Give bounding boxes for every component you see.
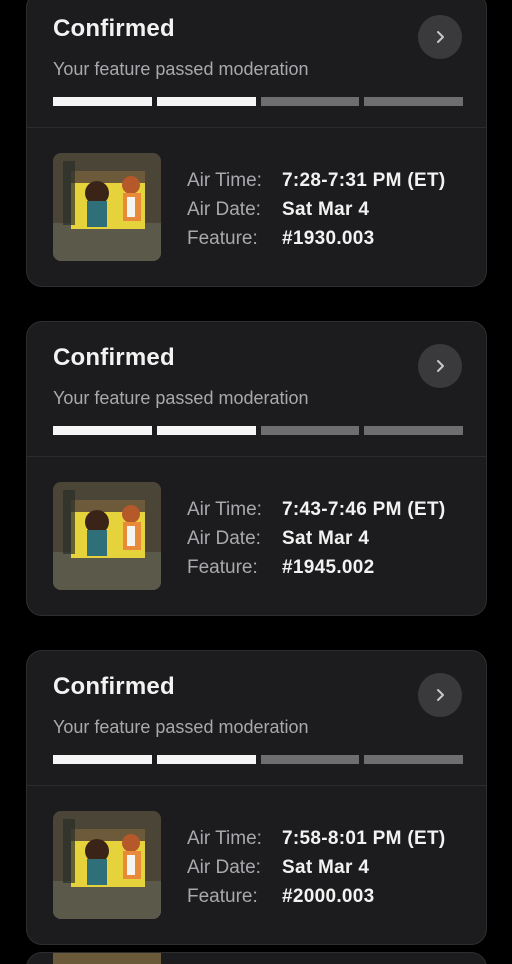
airing-info: Air Time: 7:43-7:46 PM (ET) Air Date: Sa… [187,495,445,582]
air-time-row: Air Time: 7:58-8:01 PM (ET) [187,824,445,853]
feature-row: Feature: #1930.003 [187,224,445,253]
air-date-label: Air Date: [187,528,261,549]
status-title: Confirmed [53,344,175,371]
feature-card[interactable]: Confirmed Your feature passed moderation [26,0,487,287]
air-time-value: 7:58-8:01 PM (ET) [282,828,446,849]
progress-segment [53,97,152,106]
feature-card[interactable]: Confirmed Your feature passed moderation [26,321,487,616]
open-details-button[interactable] [418,673,462,717]
feature-value: #1945.002 [282,557,375,578]
feature-thumbnail[interactable] [53,153,161,261]
card-header: Confirmed Your feature passed moderation [27,0,486,128]
progress-segment [364,426,463,435]
feature-row: Feature: #2000.003 [187,882,445,911]
feature-label: Feature: [187,557,258,578]
air-date-label: Air Date: [187,199,261,220]
feature-card[interactable]: Confirmed Your feature passed moderation [26,650,487,945]
air-time-value: 7:28-7:31 PM (ET) [282,170,446,191]
progress-segment [364,755,463,764]
air-date-value: Sat Mar 4 [282,857,370,878]
air-date-value: Sat Mar 4 [282,528,370,549]
status-message: Your feature passed moderation [53,59,309,79]
air-time-value: 7:43-7:46 PM (ET) [282,499,446,520]
feature-value: #2000.003 [282,886,375,907]
progress-segment [53,426,152,435]
card-header: Confirmed Your feature passed moderation [27,651,486,786]
moderation-progress [53,755,463,764]
open-details-button[interactable] [418,344,462,388]
progress-segment [260,755,360,764]
status-message: Your feature passed moderation [53,388,309,408]
feature-label: Feature: [187,886,258,907]
airing-info: Air Time: 7:28-7:31 PM (ET) Air Date: Sa… [187,166,445,253]
air-time-label: Air Time: [187,499,262,520]
progress-segment [364,97,463,106]
air-time-label: Air Time: [187,828,262,849]
progress-segment [260,426,360,435]
thumbnail-image [53,811,161,919]
moderation-progress [53,426,463,435]
card-details: Air Time: 7:43-7:46 PM (ET) Air Date: Sa… [27,457,486,615]
air-date-label: Air Date: [187,857,261,878]
progress-segment [156,755,256,764]
air-time-row: Air Time: 7:28-7:31 PM (ET) [187,166,445,195]
progress-segment [260,97,360,106]
air-date-row: Air Date: Sat Mar 4 [187,853,445,882]
chevron-right-icon [437,689,444,701]
status-title: Confirmed [53,673,175,700]
progress-segment [156,97,256,106]
thumbnail-image [53,482,161,590]
open-details-button[interactable] [418,15,462,59]
card-details: Air Time: 7:28-7:31 PM (ET) Air Date: Sa… [27,128,486,286]
chevron-right-icon [437,360,444,372]
feature-thumbnail[interactable] [53,811,161,919]
airing-info: Air Time: 7:58-8:01 PM (ET) Air Date: Sa… [187,824,445,911]
next-feature-card[interactable] [26,952,487,964]
air-time-label: Air Time: [187,170,262,191]
status-title: Confirmed [53,15,175,42]
card-details: Air Time: 7:58-8:01 PM (ET) Air Date: Sa… [27,786,486,944]
air-time-row: Air Time: 7:43-7:46 PM (ET) [187,495,445,524]
chevron-right-icon [437,31,444,43]
air-date-row: Air Date: Sat Mar 4 [187,195,445,224]
feature-thumbnail [53,953,161,964]
card-header: Confirmed Your feature passed moderation [27,322,486,457]
air-date-value: Sat Mar 4 [282,199,370,220]
screen: Confirmed Your feature passed moderation [0,0,512,964]
feature-label: Feature: [187,228,258,249]
progress-segment [156,426,256,435]
progress-segment [53,755,152,764]
thumbnail-image [53,153,161,261]
feature-thumbnail[interactable] [53,482,161,590]
feature-row: Feature: #1945.002 [187,553,445,582]
status-message: Your feature passed moderation [53,717,309,737]
air-date-row: Air Date: Sat Mar 4 [187,524,445,553]
moderation-progress [53,97,463,106]
feature-value: #1930.003 [282,228,375,249]
